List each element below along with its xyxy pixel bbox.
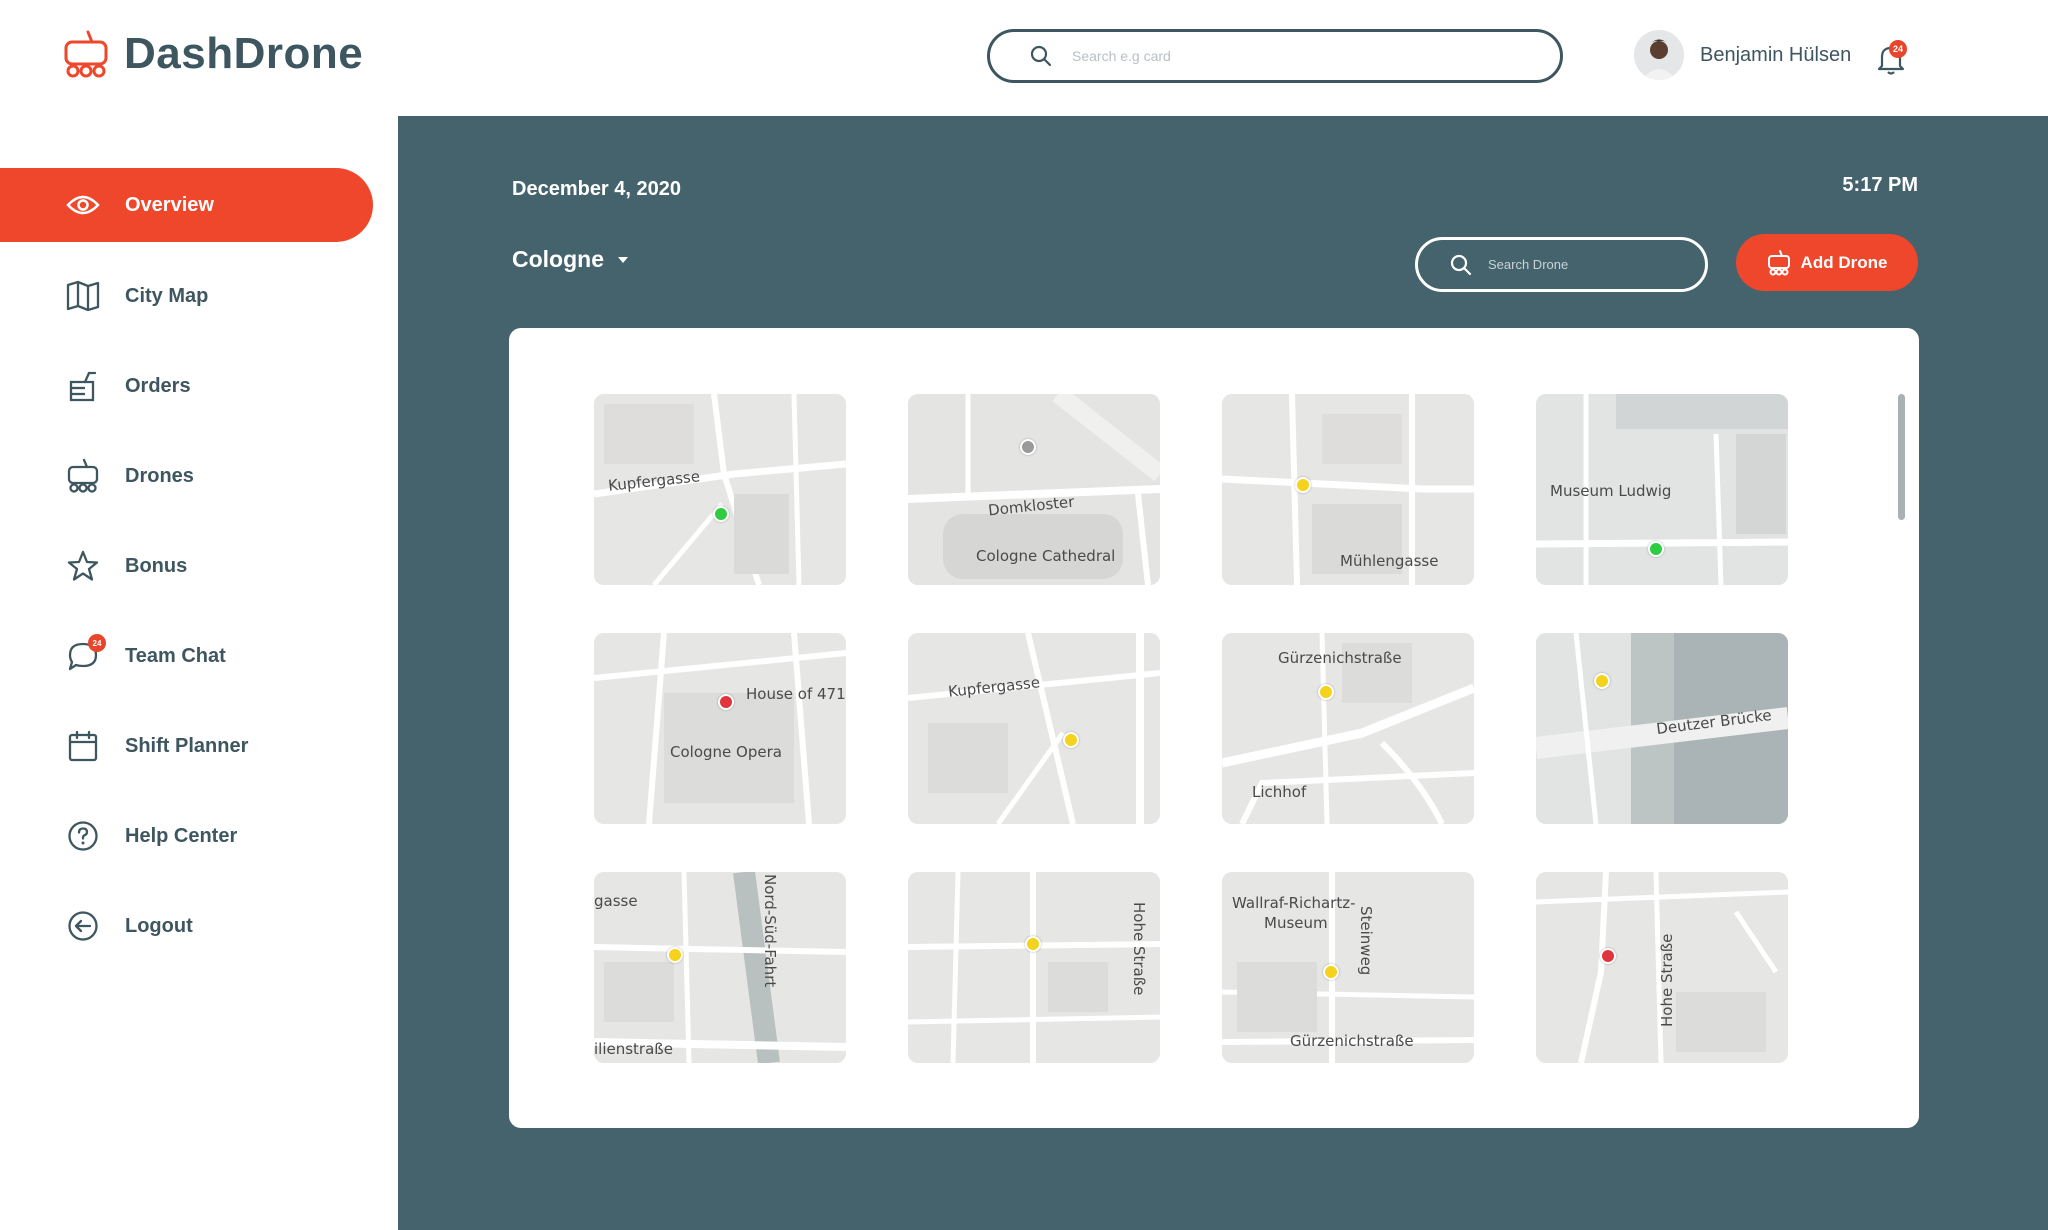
drone-search-input[interactable]: [1488, 257, 1688, 272]
map-label: Lichhof: [1252, 783, 1307, 801]
main-content: December 4, 2020 5:17 PM Cologne Add Dro…: [398, 116, 2048, 1230]
notification-badge: 24: [1889, 40, 1907, 58]
map-label: Nord-Süd-Fahrt: [761, 874, 779, 988]
map-tile[interactable]: Kupfergasse: [594, 394, 846, 585]
drone-pin-busy[interactable]: [1025, 936, 1041, 952]
drone-pin-busy[interactable]: [1323, 964, 1339, 980]
avatar[interactable]: [1634, 30, 1684, 80]
map-label: gasse: [594, 892, 638, 910]
street-map-icon: [908, 633, 1160, 824]
add-drone-button[interactable]: Add Drone: [1736, 234, 1918, 291]
orders-icon: [66, 369, 100, 403]
map-label: Hohe Straße: [1658, 933, 1676, 1027]
map-label: House of 4711: [746, 685, 846, 703]
help-icon: [66, 819, 100, 853]
map-label: Cologne Cathedral: [976, 547, 1116, 565]
map-label: Gürzenichstraße: [1278, 649, 1402, 667]
sidebar-item-help-center[interactable]: Help Center: [0, 799, 373, 873]
scrollbar[interactable]: [1898, 394, 1905, 520]
map-tile[interactable]: Domkloster Cologne Cathedral: [908, 394, 1160, 585]
top-header: DashDrone Benjamin Hülsen 24: [0, 0, 2048, 116]
drone-pin-busy[interactable]: [1295, 477, 1311, 493]
map-label: Museum: [1264, 914, 1328, 932]
sidebar-item-label: Logout: [125, 914, 193, 937]
drone-logo-icon: [64, 30, 108, 78]
global-search-input[interactable]: [1072, 48, 1492, 64]
eye-icon: [66, 188, 100, 222]
drone-pin-busy[interactable]: [667, 947, 683, 963]
star-icon: [66, 549, 100, 583]
map-tile[interactable]: Wallraf-Richartz- Museum Steinweg Gürzen…: [1222, 872, 1474, 1063]
drone-search[interactable]: [1415, 237, 1708, 292]
drone-pin-offline[interactable]: [1020, 439, 1036, 455]
caret-down-icon: [618, 256, 628, 263]
sidebar-item-label: Team Chat: [125, 644, 226, 667]
map-tile[interactable]: Kupfergasse: [908, 633, 1160, 824]
map-label: Steinweg: [1357, 906, 1375, 976]
sidebar-item-shift-planner[interactable]: Shift Planner: [0, 709, 373, 783]
map-tile[interactable]: Gürzenichstraße Lichhof: [1222, 633, 1474, 824]
map-label: Mühlengasse: [1340, 552, 1439, 570]
sidebar-item-bonus[interactable]: Bonus: [0, 529, 373, 603]
sidebar-item-label: City Map: [125, 284, 209, 307]
map-tile[interactable]: gasse Nord-Süd-Fahrt ilienstraße: [594, 872, 846, 1063]
drone-pin-busy[interactable]: [1063, 732, 1079, 748]
logout-icon: [66, 909, 100, 943]
drone-pin-active[interactable]: [713, 506, 729, 522]
sidebar-item-logout[interactable]: Logout: [0, 889, 373, 963]
sidebar-item-orders[interactable]: Orders: [0, 349, 373, 423]
sidebar-item-label: Drones: [125, 464, 194, 487]
sidebar-item-city-map[interactable]: City Map: [0, 259, 373, 333]
sidebar-item-drones[interactable]: Drones: [0, 439, 373, 513]
map-label: Gürzenichstraße: [1290, 1032, 1414, 1050]
sidebar-item-overview[interactable]: Overview: [0, 168, 373, 242]
sidebar-item-label: Overview: [125, 193, 214, 216]
search-icon: [1450, 254, 1472, 275]
map-tile[interactable]: Hohe Straße: [908, 872, 1160, 1063]
chat-icon: 24: [66, 634, 106, 673]
map-icon: [66, 279, 100, 313]
city-name: Cologne: [512, 246, 604, 272]
map-tile[interactable]: Museum Ludwig: [1536, 394, 1788, 585]
current-date: December 4, 2020: [512, 178, 682, 200]
street-map-icon: [908, 872, 1160, 1063]
add-drone-label: Add Drone: [1800, 252, 1888, 272]
drone-icon: [1767, 249, 1790, 275]
sidebar-item-label: Help Center: [125, 824, 238, 847]
drone-pin-alert[interactable]: [1600, 948, 1616, 964]
sidebar-item-label: Orders: [125, 374, 191, 397]
drone-pin-active[interactable]: [1648, 541, 1664, 557]
sidebar: Overview City Map Orders Drones Bonus 24…: [0, 116, 398, 1230]
chat-badge: 24: [88, 634, 106, 652]
map-tile[interactable]: Deutzer Brücke: [1536, 633, 1788, 824]
user-name: Benjamin Hülsen: [1700, 43, 1852, 66]
sidebar-item-label: Shift Planner: [125, 734, 249, 757]
sidebar-item-team-chat[interactable]: 24 Team Chat: [0, 619, 373, 693]
map-tile[interactable]: Hohe Straße: [1536, 872, 1788, 1063]
global-search[interactable]: [987, 29, 1563, 83]
app-logo[interactable]: DashDrone: [62, 28, 363, 80]
drone-pin-busy[interactable]: [1318, 684, 1334, 700]
drone-icon: [66, 458, 100, 493]
map-label: Wallraf-Richartz-: [1232, 894, 1356, 912]
calendar-icon: [66, 729, 100, 763]
drone-map-grid: Kupfergasse Domkloster Cologne Cathedral: [509, 328, 1919, 1128]
current-time: 5:17 PM: [1842, 174, 1918, 196]
user-photo-icon: [1634, 30, 1684, 80]
map-tile[interactable]: House of 4711 Cologne Opera: [594, 633, 846, 824]
drone-pin-busy[interactable]: [1594, 673, 1610, 689]
street-map-icon: [594, 633, 846, 824]
map-label: Cologne Opera: [670, 743, 782, 761]
map-label: Museum Ludwig: [1550, 482, 1672, 500]
map-label: Hohe Straße: [1130, 902, 1148, 996]
drone-pin-alert[interactable]: [718, 694, 734, 710]
sidebar-item-label: Bonus: [125, 554, 188, 577]
map-label: ilienstraße: [594, 1040, 673, 1058]
map-tile[interactable]: Mühlengasse: [1222, 394, 1474, 585]
search-icon: [1030, 45, 1052, 67]
app-name: DashDrone: [124, 29, 364, 78]
user-profile[interactable]: Benjamin Hülsen: [1634, 30, 1851, 80]
city-selector[interactable]: Cologne: [512, 246, 630, 273]
